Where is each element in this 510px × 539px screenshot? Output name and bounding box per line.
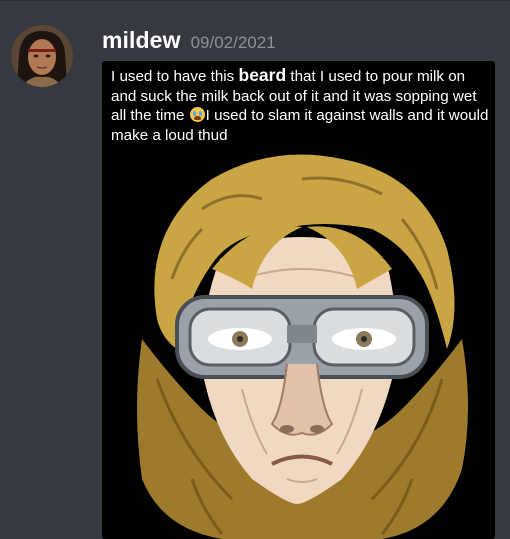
image-caption: I used to have this beard that I used to… [111,65,491,145]
loudly-crying-face-icon [189,107,205,122]
message-header: mildew 09/02/2021 [102,27,276,57]
caption-highlight-word: beard [238,65,287,85]
caption-text: I used to have this [111,68,239,85]
username[interactable]: mildew [102,27,181,54]
avatar-photo-icon [11,25,73,87]
timestamp[interactable]: 09/02/2021 [191,33,276,53]
top-divider [0,0,510,1]
user-avatar[interactable] [11,25,73,87]
cartoon-face-with-goggles-icon [137,154,468,539]
message-image-embed[interactable]: I used to have this beard that I used to… [102,61,495,539]
